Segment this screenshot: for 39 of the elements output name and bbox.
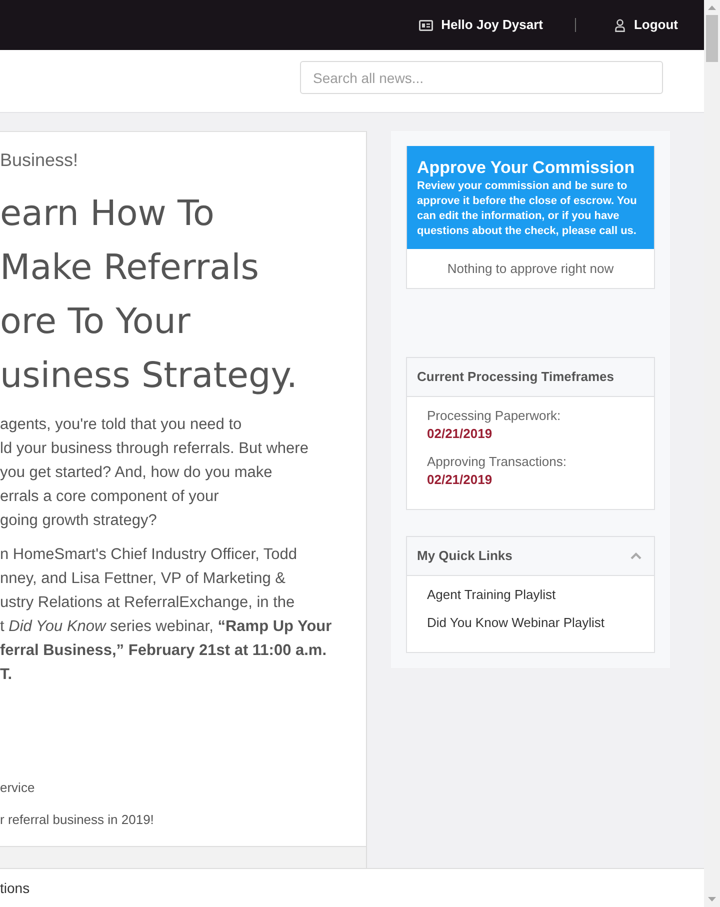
bottom-bar-text: tions bbox=[0, 879, 30, 897]
quick-link[interactable]: Agent Training Playlist bbox=[427, 586, 556, 604]
user-icon bbox=[614, 18, 625, 32]
article-text: nney, and Lisa Fettner, VP of Marketing & bbox=[0, 569, 286, 589]
commission-description: Review your commission and be sure to approve it before the close of escrow. You can edit the information, or if you have questions about the check, please call us. bbox=[417, 179, 638, 239]
article-text: ustry Relations at ReferralExchange, in the bbox=[0, 593, 296, 613]
profile-link[interactable]: Hello Joy Dysart bbox=[419, 16, 543, 34]
article-text: t Did You Know series webinar, “Ramp Up Your bbox=[0, 617, 333, 637]
search-field[interactable]: Search all news... bbox=[300, 61, 663, 94]
article-text: ferral Business,” February 21st at 11:00 a.m. bbox=[0, 641, 328, 661]
article-text: T. bbox=[0, 665, 14, 685]
article-heading: usiness Strategy. bbox=[0, 355, 299, 398]
card-title: Current Processing Timeframes bbox=[417, 368, 614, 386]
article-heading: earn How To bbox=[0, 193, 216, 236]
article-text: ervice bbox=[0, 779, 36, 797]
timeframe-date: 02/21/2019 bbox=[427, 425, 494, 443]
timeframe-date: 02/21/2019 bbox=[427, 471, 494, 489]
article-text: you get started? And, how do you make bbox=[0, 463, 274, 483]
article-subtitle: Business! bbox=[0, 149, 80, 172]
scrollbar[interactable] bbox=[704, 0, 720, 907]
quick-link[interactable]: Did You Know Webinar Playlist bbox=[427, 614, 605, 632]
article-text: n HomeSmart's Chief Industry Officer, Todd bbox=[0, 545, 298, 565]
article-text: ld your business through referrals. But where bbox=[0, 439, 310, 459]
article-text: errals a core component of your bbox=[0, 487, 220, 507]
scrollbar-thumb[interactable] bbox=[706, 15, 718, 62]
timeframe-label: Processing Paperwork: bbox=[427, 407, 562, 425]
empty-message: Nothing to approve right now bbox=[446, 260, 615, 278]
logout-link[interactable]: Logout bbox=[614, 16, 678, 34]
article-heading: ore To Your bbox=[0, 301, 192, 344]
card-title: My Quick Links bbox=[417, 547, 512, 565]
id-card-icon bbox=[419, 20, 434, 30]
article-text: r referral business in 2019! bbox=[0, 811, 155, 829]
chevron-up-icon[interactable] bbox=[630, 552, 642, 560]
article-text: agents, you're told that you need to bbox=[0, 415, 243, 435]
card-header[interactable]: My Quick Links bbox=[407, 537, 654, 576]
commission-title: Approve Your Commission bbox=[417, 157, 636, 179]
article-heading: Make Referrals bbox=[0, 247, 260, 290]
article-text: going growth strategy? bbox=[0, 511, 158, 531]
timeframe-label: Approving Transactions: bbox=[427, 453, 568, 471]
